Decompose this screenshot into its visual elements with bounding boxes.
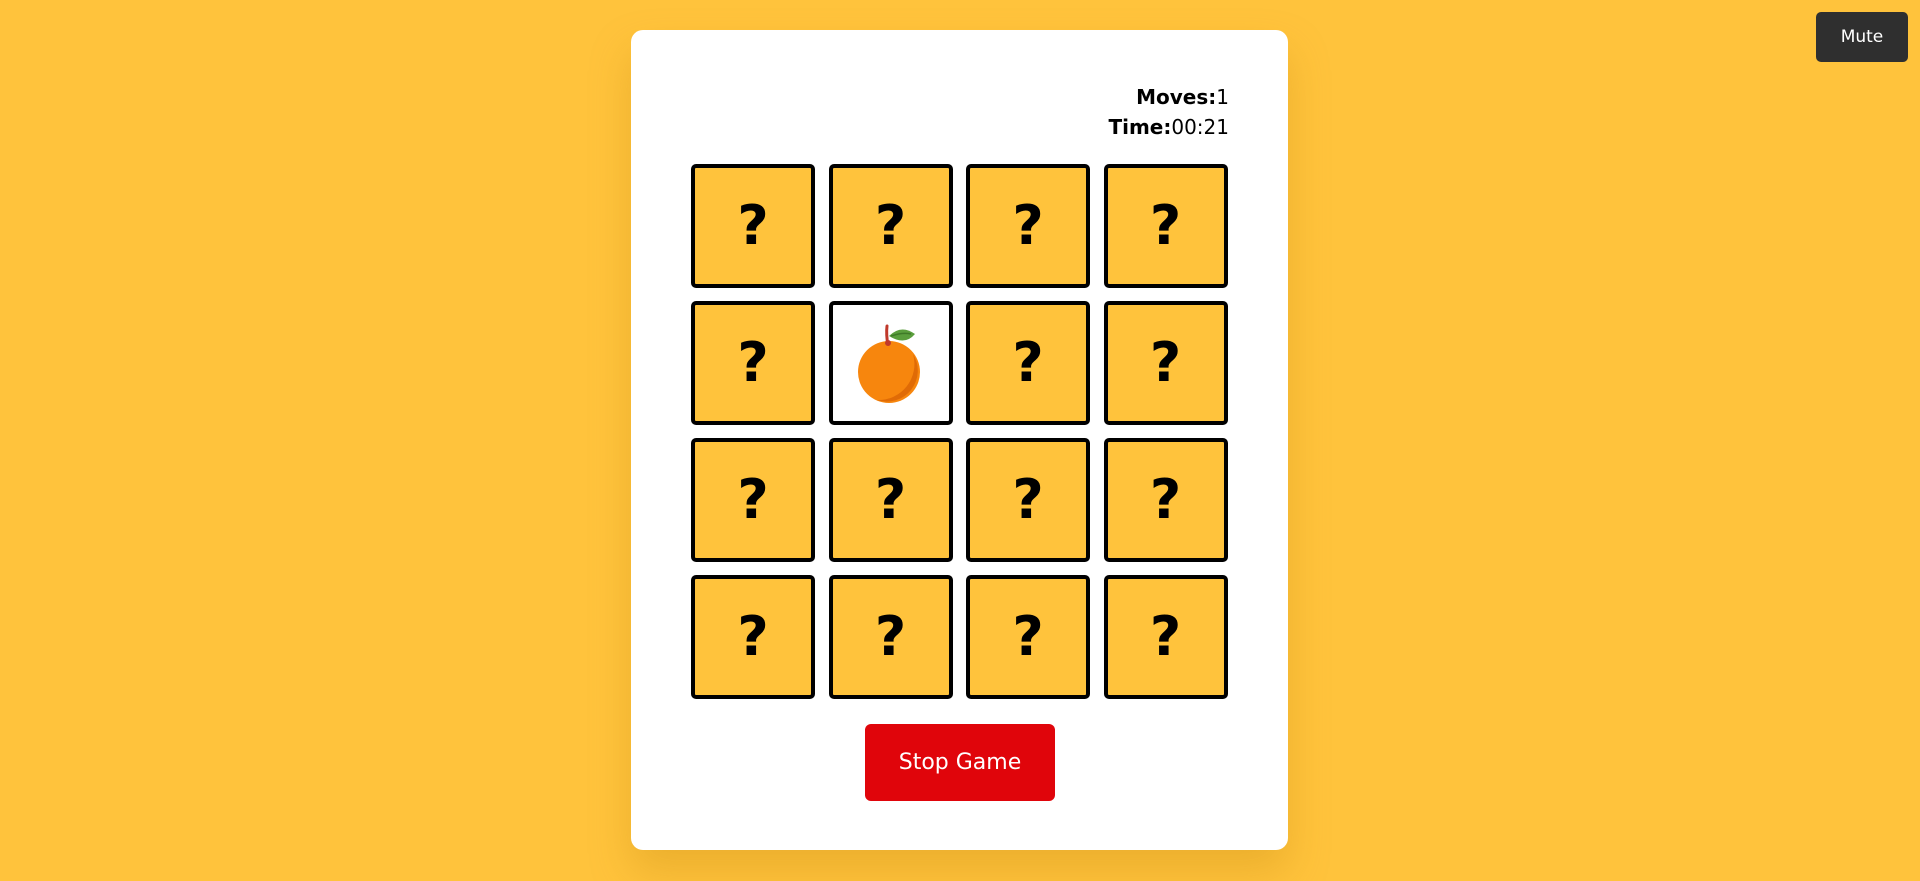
- memory-card[interactable]: ?: [966, 301, 1090, 425]
- time-stat: Time:00:21: [1108, 112, 1229, 142]
- question-mark-icon: ?: [1149, 331, 1182, 394]
- time-value: 00:21: [1171, 115, 1229, 139]
- question-mark-icon: ?: [874, 605, 907, 668]
- memory-card[interactable]: ?: [828, 575, 953, 699]
- stop-game-button[interactable]: Stop Game: [865, 724, 1055, 801]
- question-mark-icon: ?: [737, 605, 769, 668]
- memory-card[interactable]: ?: [691, 164, 815, 288]
- question-mark-icon: ?: [1149, 605, 1182, 668]
- memory-card[interactable]: ?: [1103, 438, 1228, 562]
- memory-card[interactable]: ?: [691, 575, 815, 699]
- memory-card[interactable]: ?: [1103, 301, 1228, 425]
- moves-value: 1: [1216, 85, 1229, 109]
- memory-card[interactable]: ?: [966, 575, 1090, 699]
- memory-card[interactable]: ?: [966, 164, 1090, 288]
- question-mark-icon: ?: [874, 468, 907, 531]
- memory-card[interactable]: ?: [966, 438, 1090, 562]
- question-mark-icon: ?: [1012, 194, 1044, 257]
- orange-icon: [855, 320, 927, 406]
- question-mark-icon: ?: [737, 331, 769, 394]
- question-mark-icon: ?: [1149, 194, 1182, 257]
- mute-button[interactable]: Mute: [1816, 12, 1908, 62]
- moves-stat: Moves:1: [1108, 82, 1229, 112]
- question-mark-icon: ?: [737, 194, 769, 257]
- memory-card[interactable]: ?: [1103, 575, 1228, 699]
- moves-label: Moves:: [1136, 85, 1217, 109]
- time-label: Time:: [1108, 115, 1172, 139]
- question-mark-icon: ?: [737, 468, 769, 531]
- game-stats: Moves:1 Time:00:21: [1108, 82, 1229, 142]
- memory-card[interactable]: ?: [828, 438, 953, 562]
- memory-card[interactable]: ?: [828, 164, 953, 288]
- question-mark-icon: ?: [874, 194, 907, 257]
- memory-card[interactable]: ?: [691, 301, 815, 425]
- question-mark-icon: ?: [1149, 468, 1182, 531]
- card-grid: ???????????????: [691, 164, 1228, 701]
- question-mark-icon: ?: [1012, 468, 1044, 531]
- memory-card[interactable]: ?: [1103, 164, 1228, 288]
- question-mark-icon: ?: [1012, 331, 1044, 394]
- game-panel: Moves:1 Time:00:21 ??????????????? Stop …: [631, 30, 1288, 850]
- memory-card[interactable]: [828, 301, 953, 425]
- question-mark-icon: ?: [1012, 605, 1044, 668]
- memory-card[interactable]: ?: [691, 438, 815, 562]
